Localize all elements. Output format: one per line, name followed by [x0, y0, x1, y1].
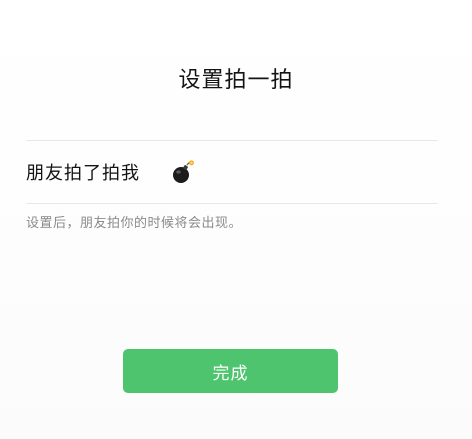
done-button[interactable]: 完成 [123, 349, 338, 393]
divider-bottom [26, 203, 438, 204]
bomb-icon [170, 159, 196, 185]
pat-settings-page: 设置拍一拍 朋友拍了拍我 设置后，朋友拍你的时候将会出现。 完成 [0, 0, 472, 439]
pat-suffix-setting-row[interactable]: 朋友拍了拍我 [26, 141, 438, 203]
setting-row-label: 朋友拍了拍我 [26, 163, 140, 184]
hint-text: 设置后，朋友拍你的时候将会出现。 [26, 216, 243, 231]
page-title: 设置拍一拍 [178, 68, 294, 93]
